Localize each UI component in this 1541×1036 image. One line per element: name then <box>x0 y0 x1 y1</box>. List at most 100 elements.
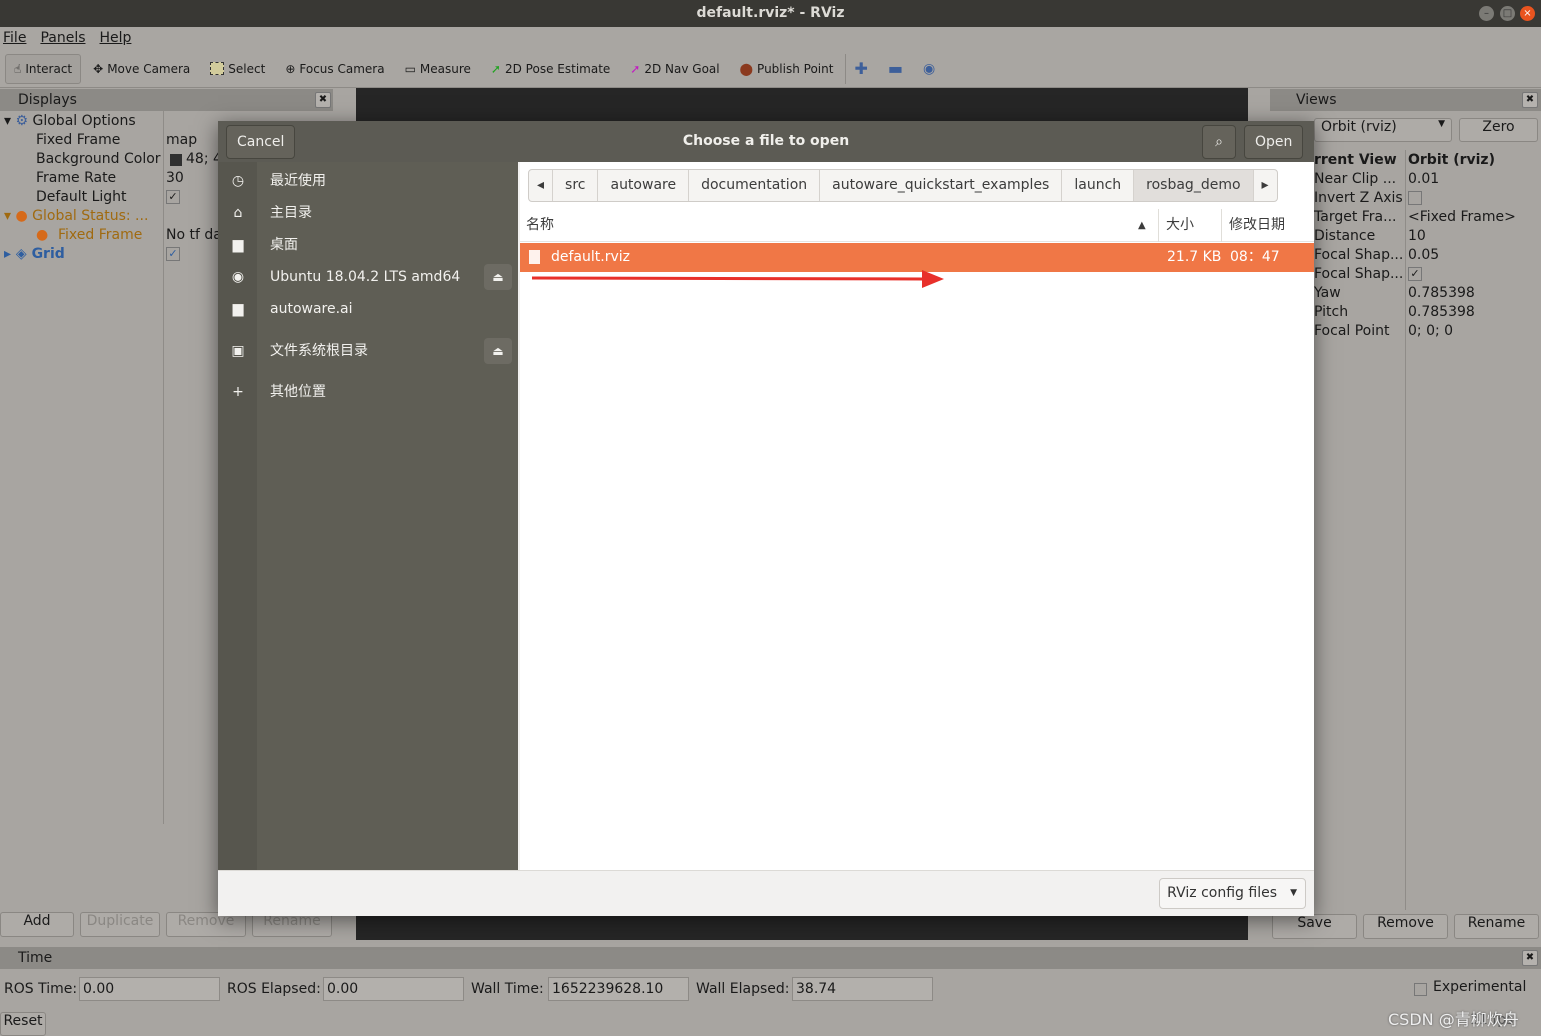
place-recent[interactable]: ◷ 最近使用 <box>218 166 518 196</box>
maximize-button[interactable]: □ <box>1500 6 1515 21</box>
current-view-row[interactable]: rrent View Orbit (rviz) <box>1314 151 1541 170</box>
tool-measure[interactable]: ▭ Measure <box>397 54 479 84</box>
sort-ascending-icon: ▲ <box>1138 220 1146 231</box>
file-filter-dropdown[interactable]: RViz config files ▼ <box>1159 878 1306 909</box>
ros-elapsed-label: ROS Elapsed: <box>227 981 321 997</box>
view-prop-row[interactable]: Invert Z Axis <box>1314 189 1541 208</box>
add-tool-button[interactable]: ✚ <box>845 53 875 84</box>
search-button[interactable]: ⌕ <box>1202 125 1236 159</box>
tool-2d-pose-estimate[interactable]: ➚ 2D Pose Estimate <box>483 54 618 84</box>
tool-focus-camera[interactable]: ⊕ Focus Camera <box>277 54 392 84</box>
tool-2d-nav-goal[interactable]: ➚ 2D Nav Goal <box>622 54 727 84</box>
ros-time-label: ROS Time: <box>4 981 78 997</box>
tool-publish-point[interactable]: ⬤ Publish Point <box>732 54 842 84</box>
path-segment-current[interactable]: rosbag_demo <box>1134 170 1254 201</box>
path-segment[interactable]: launch <box>1062 170 1135 201</box>
search-icon: ⌕ <box>1215 134 1223 150</box>
dialog-header: Cancel Choose a file to open ⌕ Open <box>218 121 1314 162</box>
view-prop-row[interactable]: Focal Point 0; 0; 0 <box>1314 322 1541 341</box>
zero-button[interactable]: Zero <box>1459 118 1538 142</box>
reset-button[interactable]: Reset <box>0 1012 46 1036</box>
view-prop-row[interactable]: Focal Shap... ✓ <box>1314 265 1541 284</box>
chevron-left-icon: ◂ <box>537 177 545 193</box>
view-prop-row[interactable]: Yaw 0.785398 <box>1314 284 1541 303</box>
plus-icon: ✚ <box>854 59 868 78</box>
close-button[interactable]: × <box>1520 6 1535 21</box>
column-size[interactable]: 大小 <box>1166 209 1194 242</box>
ros-elapsed-field[interactable]: 0.00 <box>323 977 464 1001</box>
wall-elapsed-label: Wall Elapsed: <box>696 981 790 997</box>
magenta-arrow-icon: ➚ <box>630 61 641 76</box>
drive-icon: ▣ <box>231 343 245 359</box>
places-sidebar: ◷ 最近使用 ⌂ 主目录 ▆ 桌面 ◉ Ubuntu 18.04.2 LTS amd64… <box>218 162 518 870</box>
tool-select[interactable]: Select <box>202 54 273 84</box>
grid-icon: ◈ <box>15 246 27 262</box>
file-icon <box>529 250 540 264</box>
view-prop-row[interactable]: Target Fra... <Fixed Frame> <box>1314 208 1541 227</box>
warning-icon: ● <box>15 208 28 224</box>
duplicate-display-button[interactable]: Duplicate <box>80 912 160 937</box>
divider <box>1221 209 1222 242</box>
view-prop-row[interactable]: Pitch 0.785398 <box>1314 303 1541 322</box>
map-pin-icon: ⬤ <box>739 61 754 76</box>
add-display-button[interactable]: Add <box>0 912 74 937</box>
close-icon[interactable]: ✖ <box>315 92 331 108</box>
panel-visibility-button[interactable]: ◉ <box>915 54 943 84</box>
tool-interact[interactable]: ☝ Interact <box>5 53 82 84</box>
place-autoware[interactable]: ▆ autoware.ai <box>218 294 518 324</box>
tool-move-camera[interactable]: ✥ Move Camera <box>85 54 198 84</box>
close-icon[interactable]: ✖ <box>1522 950 1538 966</box>
displays-header: Displays <box>0 89 333 111</box>
gear-icon: ⚙ <box>15 113 29 129</box>
path-back-button[interactable]: ◂ <box>529 170 554 201</box>
menu-file[interactable]: File <box>3 27 26 50</box>
eject-button[interactable]: ⏏ <box>484 338 512 364</box>
chevron-down-icon: ▼ <box>1290 888 1297 898</box>
ros-time-field[interactable]: 0.00 <box>79 977 220 1001</box>
path-segment[interactable]: autoware <box>598 170 690 201</box>
menu-help[interactable]: Help <box>100 27 132 50</box>
arrow-line <box>532 276 925 281</box>
folder-icon: ▆ <box>232 301 244 317</box>
place-other-locations[interactable]: + 其他位置 <box>218 377 518 407</box>
column-modified[interactable]: 修改日期 <box>1229 209 1285 242</box>
view-prop-row[interactable]: Distance 10 <box>1314 227 1541 246</box>
rename-view-button[interactable]: Rename <box>1454 914 1539 939</box>
select-icon <box>210 62 225 75</box>
column-name[interactable]: 名称 <box>526 209 554 242</box>
checkbox[interactable]: ✓ <box>166 190 180 204</box>
path-segment[interactable]: autoware_quickstart_examples <box>820 170 1063 201</box>
wall-time-field[interactable]: 1652239628.10 <box>548 977 689 1001</box>
path-forward-button[interactable]: ▸ <box>1254 170 1277 201</box>
view-prop-row[interactable]: Focal Shap... 0.05 <box>1314 246 1541 265</box>
menubar: File Panels Help <box>0 27 1541 50</box>
path-segment[interactable]: src <box>553 170 599 201</box>
view-type-dropdown[interactable]: Orbit (rviz) ▼ <box>1314 118 1452 142</box>
path-segment[interactable]: documentation <box>689 170 821 201</box>
experimental-checkbox[interactable] <box>1414 983 1427 996</box>
view-prop-row[interactable]: Near Clip ... 0.01 <box>1314 170 1541 189</box>
checkbox[interactable] <box>1408 191 1422 205</box>
watermark: CSDN @青柳炊舟 <box>1388 1010 1519 1029</box>
dialog-footer: RViz config files ▼ <box>218 870 1314 916</box>
checkbox[interactable]: ✓ <box>1408 267 1422 281</box>
wall-elapsed-field[interactable]: 38.74 <box>792 977 933 1001</box>
minimize-button[interactable]: – <box>1479 6 1494 21</box>
chevron-right-icon: ▸ <box>1261 177 1269 193</box>
experimental-label: Experimental <box>1433 979 1527 995</box>
place-desktop[interactable]: ▆ 桌面 <box>218 230 518 260</box>
toolbar: ☝ Interact ✥ Move Camera Select ⊕ Focus Cam… <box>0 50 1541 88</box>
close-icon[interactable]: ✖ <box>1522 92 1538 108</box>
place-filesystem-root[interactable]: ▣ 文件系统根目录 ⏏ <box>218 336 518 366</box>
eject-button[interactable]: ⏏ <box>484 264 512 290</box>
remove-view-button[interactable]: Remove <box>1363 914 1448 939</box>
open-button[interactable]: Open <box>1244 125 1304 159</box>
checkbox[interactable]: ✓ <box>166 247 180 261</box>
remove-tool-button[interactable]: ▬ <box>880 54 911 84</box>
place-home[interactable]: ⌂ 主目录 <box>218 198 518 228</box>
place-ubuntu-disc[interactable]: ◉ Ubuntu 18.04.2 LTS amd64 ⏏ <box>218 262 518 292</box>
menu-panels[interactable]: Panels <box>40 27 85 50</box>
hand-icon: ☝ <box>14 61 22 76</box>
save-view-button[interactable]: Save <box>1272 914 1357 939</box>
green-arrow-icon: ➚ <box>490 61 501 76</box>
